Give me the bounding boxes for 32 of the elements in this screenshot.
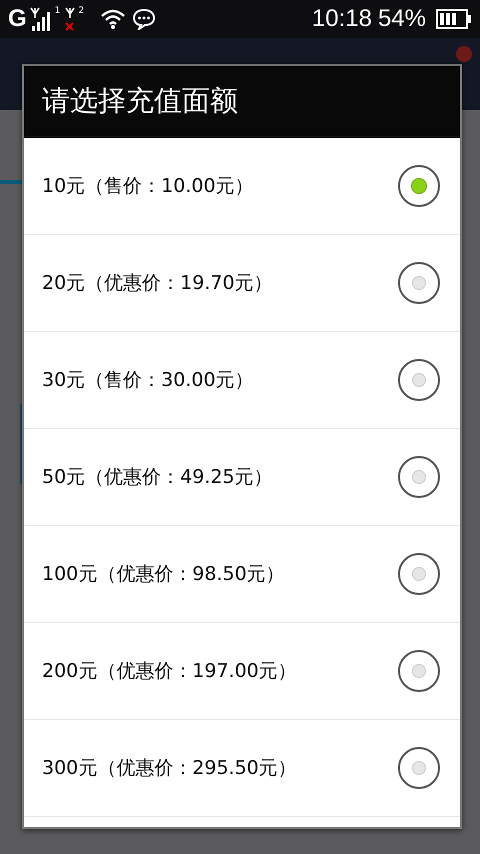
option-row[interactable]: 50元（优惠价：49.25元） — [24, 429, 460, 526]
radio-button[interactable] — [398, 747, 440, 789]
radio-button[interactable] — [398, 359, 440, 401]
option-row[interactable]: 100元（优惠价：98.50元） — [24, 526, 460, 623]
tab-indicator — [0, 180, 22, 184]
radio-button[interactable] — [398, 553, 440, 595]
battery-percent: 54% — [378, 5, 426, 33]
option-label: 10元（售价：10.00元） — [42, 174, 254, 199]
network-type: G — [8, 5, 27, 33]
radio-button[interactable] — [398, 165, 440, 207]
radio-button[interactable] — [398, 262, 440, 304]
option-row[interactable]: 200元（优惠价：197.00元） — [24, 623, 460, 720]
option-label: 50元（优惠价：49.25元） — [42, 465, 273, 490]
radio-button[interactable] — [398, 650, 440, 692]
sim-number: 2 — [78, 6, 84, 16]
option-label: 30元（售价：30.00元） — [42, 368, 254, 393]
wifi-icon — [100, 8, 126, 30]
option-label: 200元（优惠价：197.00元） — [42, 659, 297, 684]
radio-button[interactable] — [398, 456, 440, 498]
option-label: 20元（优惠价：19.70元） — [42, 271, 273, 296]
chat-icon — [132, 8, 156, 30]
option-label: 100元（优惠价：98.50元） — [42, 562, 285, 587]
option-row[interactable]: 10元（售价：10.00元） — [24, 138, 460, 235]
battery-icon — [436, 9, 472, 29]
notification-dot — [456, 46, 472, 62]
sim-number: 1 — [54, 6, 60, 16]
option-row[interactable]: 300元（优惠价：295.50元） — [24, 720, 460, 817]
dialog-title: 请选择充值面额 — [24, 66, 460, 138]
option-row[interactable]: 20元（优惠价：19.70元） — [24, 235, 460, 332]
option-row[interactable]: 30元（售价：30.00元） — [24, 332, 460, 429]
option-label: 300元（优惠价：295.50元） — [42, 756, 297, 781]
clock: 10:18 — [312, 5, 372, 33]
